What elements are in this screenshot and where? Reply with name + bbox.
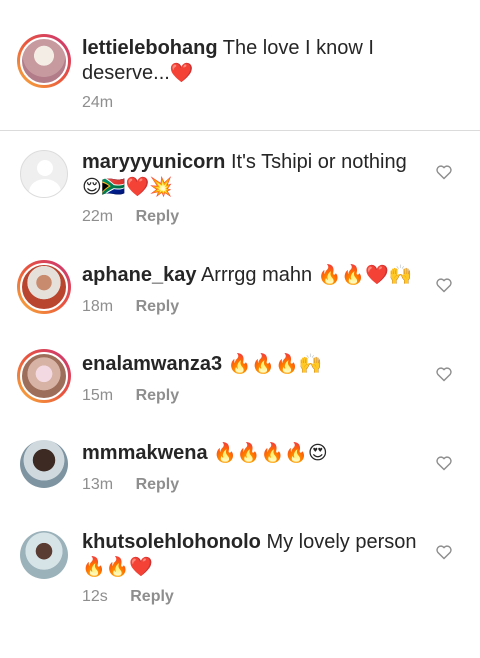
comment-username[interactable]: aphane_kay: [82, 264, 197, 286]
comment-emoji: 😌🇿🇦❤️💥: [82, 176, 173, 198]
comment-text: aphane_kay Arrrgg mahn 🔥🔥❤️🙌: [82, 263, 427, 288]
heart-outline-icon[interactable]: [435, 455, 453, 471]
avatar-image: [20, 440, 68, 488]
heart-outline-icon[interactable]: [435, 544, 453, 560]
avatar-image: [20, 352, 68, 400]
comment-time: 15m: [82, 387, 114, 404]
reply-button[interactable]: Reply: [136, 476, 180, 493]
comment-text: maryyyunicorn It's Tshipi or nothing 😌🇿🇦…: [82, 150, 427, 200]
comment-emoji: 🔥🔥❤️🙌: [317, 264, 413, 286]
comment-item: khutsolehlohonolo My lovely person 🔥🔥❤️ …: [0, 530, 480, 620]
comment-time: 18m: [82, 298, 114, 315]
comment-item: aphane_kay Arrrgg mahn 🔥🔥❤️🙌 18m Reply: [0, 257, 480, 327]
comment-body: Arrrgg mahn: [200, 264, 313, 286]
reply-button[interactable]: Reply: [130, 588, 174, 605]
comment-time: 12s: [82, 588, 108, 605]
default-avatar-icon: [20, 150, 68, 198]
comment-body: My lovely person: [266, 531, 417, 553]
comment-avatar[interactable]: [20, 150, 74, 204]
comment-avatar[interactable]: [17, 260, 71, 314]
comment-meta: 18m Reply: [82, 298, 179, 316]
caption-username[interactable]: lettielebohang: [82, 37, 218, 59]
avatar-image: [20, 37, 68, 85]
avatar-image: [20, 531, 68, 579]
avatar-image: [20, 263, 68, 311]
comment-avatar[interactable]: [17, 349, 71, 403]
caption-time: 24m: [82, 94, 114, 111]
comment-emoji: 🔥🔥🔥🙌: [227, 353, 323, 375]
comment-time: 22m: [82, 208, 114, 225]
reply-button[interactable]: Reply: [136, 208, 180, 225]
comment-username[interactable]: enalamwanza3: [82, 353, 222, 375]
comment-meta: 22m Reply: [82, 208, 179, 226]
comment-text: khutsolehlohonolo My lovely person 🔥🔥❤️: [82, 530, 427, 580]
caption-text: lettielebohang The love I know I deserve…: [82, 36, 382, 86]
reply-button[interactable]: Reply: [136, 298, 180, 315]
comment-username[interactable]: khutsolehlohonolo: [82, 531, 261, 553]
caption-avatar[interactable]: [17, 34, 71, 88]
comment-item: mmmakwena 🔥🔥🔥🔥😍 13m Reply: [0, 435, 480, 505]
heart-outline-icon[interactable]: [435, 164, 453, 180]
comment-username[interactable]: mmmakwena: [82, 442, 208, 464]
heart-outline-icon[interactable]: [435, 366, 453, 382]
caption-emoji: ❤️: [169, 62, 194, 84]
comment-time: 13m: [82, 476, 114, 493]
comment-body: It's Tshipi or nothing: [230, 151, 407, 173]
heart-outline-icon[interactable]: [435, 277, 453, 293]
comment-meta: 13m Reply: [82, 476, 179, 494]
comment-username[interactable]: maryyyunicorn: [82, 151, 225, 173]
comment-meta: 15m Reply: [82, 387, 179, 405]
caption-meta: 24m: [82, 94, 131, 112]
comment-meta: 12s Reply: [82, 588, 174, 606]
comment-emoji: 🔥🔥🔥🔥😍: [213, 442, 328, 464]
comment-item: maryyyunicorn It's Tshipi or nothing 😌🇿🇦…: [0, 148, 480, 238]
post-caption: lettielebohang The love I know I deserve…: [0, 0, 480, 131]
comment-avatar[interactable]: [20, 531, 74, 585]
comment-text: enalamwanza3 🔥🔥🔥🙌: [82, 352, 427, 377]
comment-text: mmmakwena 🔥🔥🔥🔥😍: [82, 441, 427, 466]
comment-item: enalamwanza3 🔥🔥🔥🙌 15m Reply: [0, 346, 480, 416]
reply-button[interactable]: Reply: [136, 387, 180, 404]
comment-avatar[interactable]: [20, 440, 74, 494]
comment-emoji: 🔥🔥❤️: [82, 556, 153, 578]
